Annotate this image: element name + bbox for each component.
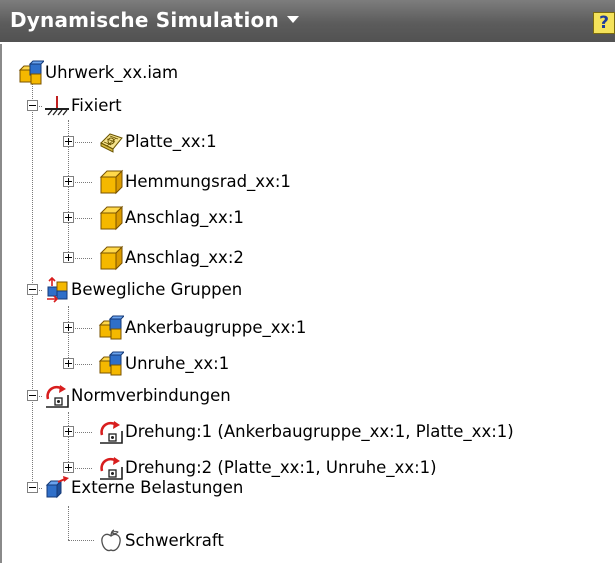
panel-title-dropdown[interactable]: Dynamische Simulation bbox=[10, 8, 299, 32]
tree-item-label: Schwerkraft bbox=[125, 531, 224, 550]
collapse-toggle[interactable] bbox=[27, 284, 38, 295]
tree-item-label: Anschlag_xx:2 bbox=[125, 248, 244, 267]
tree-item-anschlag-1[interactable]: Anschlag_xx:1 bbox=[98, 203, 244, 233]
tree-group-bewegliche-gruppen[interactable]: Bewegliche Gruppen bbox=[44, 275, 242, 305]
expand-toggle[interactable] bbox=[63, 426, 74, 437]
tree-group-fixiert[interactable]: Fixiert bbox=[44, 91, 122, 121]
expand-toggle[interactable] bbox=[63, 176, 74, 187]
tree-item-platte[interactable]: Platte_xx:1 bbox=[98, 127, 217, 157]
caret-down-icon[interactable] bbox=[286, 16, 299, 23]
tree-item-label: Drehung:1 (Ankerbaugruppe_xx:1, Platte_x… bbox=[125, 422, 514, 441]
help-icon[interactable]: ? bbox=[593, 12, 615, 34]
browser-tree: Uhrwerk_xx.iam Fixiert Platte_xx:1 Hemmu… bbox=[0, 44, 615, 563]
tree-group-externe-belastungen[interactable]: Externe Belastungen bbox=[44, 473, 243, 503]
expand-toggle[interactable] bbox=[63, 212, 74, 223]
joint-icon bbox=[44, 383, 70, 409]
tree-item-unruhe[interactable]: Unruhe_xx:1 bbox=[98, 349, 229, 379]
tree-item-label: Normverbindungen bbox=[71, 386, 231, 405]
panel-header: Dynamische Simulation ? bbox=[0, 0, 615, 42]
tree-item-label: Fixiert bbox=[71, 96, 122, 115]
ground-icon bbox=[44, 93, 70, 119]
tree-item-label: Externe Belastungen bbox=[71, 478, 244, 497]
expand-toggle[interactable] bbox=[63, 358, 74, 369]
tree-item-anschlag-2[interactable]: Anschlag_xx:2 bbox=[98, 243, 244, 273]
surface-part-icon bbox=[98, 129, 124, 155]
tree-root-item[interactable]: Uhrwerk_xx.iam bbox=[18, 58, 178, 88]
assembly-icon bbox=[98, 351, 124, 377]
tree-item-label: Unruhe_xx:1 bbox=[125, 354, 230, 373]
tree-item-ankerbaugruppe[interactable]: Ankerbaugruppe_xx:1 bbox=[98, 313, 306, 343]
panel-title: Dynamische Simulation bbox=[10, 8, 279, 32]
tree-item-label: Bewegliche Gruppen bbox=[71, 280, 243, 299]
collapse-toggle[interactable] bbox=[27, 482, 38, 493]
collapse-toggle[interactable] bbox=[27, 100, 38, 111]
tree-group-normverbindungen[interactable]: Normverbindungen bbox=[44, 381, 231, 411]
collapse-toggle[interactable] bbox=[27, 390, 38, 401]
tree-item-drehung-1[interactable]: Drehung:1 (Ankerbaugruppe_xx:1, Platte_x… bbox=[98, 417, 514, 447]
tree-item-schwerkraft[interactable]: Schwerkraft bbox=[98, 526, 224, 556]
assembly-icon bbox=[18, 60, 44, 86]
part-icon bbox=[98, 245, 124, 271]
tree-item-label: Hemmungsrad_xx:1 bbox=[125, 172, 291, 191]
tree-item-label: Ankerbaugruppe_xx:1 bbox=[125, 318, 307, 337]
gravity-apple-icon bbox=[98, 528, 124, 554]
expand-toggle[interactable] bbox=[63, 462, 74, 473]
expand-toggle[interactable] bbox=[63, 322, 74, 333]
tree-item-label: Uhrwerk_xx.iam bbox=[45, 63, 179, 82]
part-icon bbox=[98, 169, 124, 195]
tree-item-label: Anschlag_xx:1 bbox=[125, 208, 244, 227]
assembly-icon bbox=[98, 315, 124, 341]
expand-toggle[interactable] bbox=[63, 136, 74, 147]
expand-toggle[interactable] bbox=[63, 252, 74, 263]
mobile-groups-icon bbox=[44, 277, 70, 303]
external-load-icon bbox=[44, 475, 70, 501]
revolution-joint-icon bbox=[98, 419, 124, 445]
tree-item-hemmungsrad[interactable]: Hemmungsrad_xx:1 bbox=[98, 167, 291, 197]
part-icon bbox=[98, 205, 124, 231]
tree-item-label: Platte_xx:1 bbox=[125, 132, 217, 151]
